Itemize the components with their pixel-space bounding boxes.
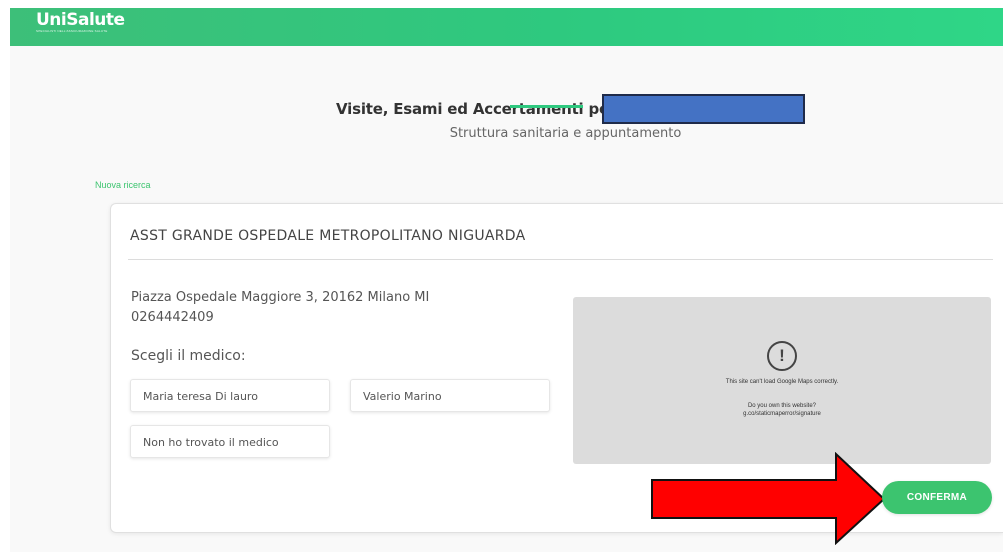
doctor-option-marino[interactable]: Valerio Marino (350, 379, 550, 412)
hospital-address: Piazza Ospedale Maggiore 3, 20162 Milano… (131, 290, 430, 305)
confirm-button[interactable]: CONFERMA (882, 481, 992, 514)
step-indicator-underline (510, 105, 583, 108)
hospital-phone: 0264442409 (131, 310, 214, 325)
map-error-text: This site can't load Google Maps correct… (725, 379, 839, 385)
logo-tagline: SPECIALISTI NELL'ASSICURAZIONE SALUTE (36, 29, 108, 33)
new-search-link[interactable]: Nuova ricerca (95, 180, 151, 190)
card-divider (128, 259, 993, 260)
hospital-name: ASST GRANDE OSPEDALE METROPOLITANO NIGUA… (130, 228, 526, 244)
red-arrow-shape (651, 452, 886, 545)
red-arrow-annotation (651, 452, 886, 545)
doctor-not-found-option[interactable]: Non ho trovato il medico (130, 425, 330, 458)
unisalute-logo[interactable]: UniSalute SPECIALISTI NELL'ASSICURAZIONE… (36, 10, 125, 33)
page-title: Visite, Esami ed Accertamenti per (336, 100, 617, 118)
doctor-option-di-lauro[interactable]: Maria teresa Di lauro (130, 379, 330, 412)
map-owner-question: Do you own this website? (747, 403, 817, 409)
redacted-name-box (602, 94, 805, 124)
top-bar: UniSalute SPECIALISTI NELL'ASSICURAZIONE… (10, 8, 1003, 46)
page-title-row: Visite, Esami ed Accertamenti per (0, 94, 1003, 124)
choose-doctor-label: Scegli il medico: (131, 348, 246, 364)
step-subtitle: Struttura sanitaria e appuntamento (449, 126, 682, 141)
map-placeholder: ! This site can't load Google Maps corre… (573, 297, 991, 464)
logo-name: UniSalute (36, 10, 125, 30)
map-error-link: g.co/staticmaperror/signature (743, 411, 821, 417)
warning-icon: ! (767, 341, 797, 371)
